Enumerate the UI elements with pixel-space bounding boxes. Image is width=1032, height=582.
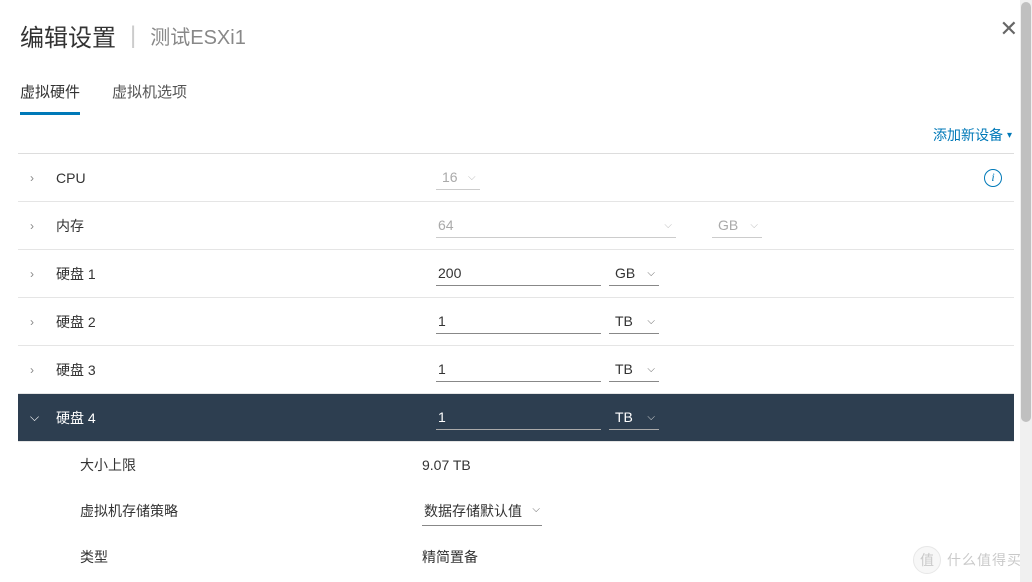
cpu-value: 16 — [442, 169, 458, 185]
value-area: ⌵ GB ⌵ — [436, 213, 1002, 238]
memory-unit-value: GB — [718, 217, 738, 233]
subrow-storage-policy: 虚拟机存储策略 数据存储默认值 ⌵ — [18, 488, 1014, 534]
value-area: TB ⌵ — [436, 357, 1002, 382]
disk-size-input-wrap — [436, 261, 601, 286]
disk-size-input-wrap — [436, 309, 601, 334]
dialog-title: 编辑设置 — [20, 18, 116, 53]
disk-size-input[interactable] — [436, 357, 601, 382]
chevron-down-icon: ⌵ — [647, 412, 655, 423]
add-device-row: 添加新设备 ▾ — [0, 115, 1032, 153]
chevron-down-icon: ⌵ — [468, 172, 476, 183]
cpu-select[interactable]: 16 ⌵ — [436, 165, 480, 190]
edit-settings-dialog: 编辑设置 | 测试ESXi1 ✕ 虚拟硬件 虚拟机选项 添加新设备 ▾ › CP… — [0, 0, 1032, 582]
dialog-header: 编辑设置 | 测试ESXi1 — [0, 0, 1032, 63]
row-label: 硬盘 4 — [56, 408, 436, 428]
storage-policy-value: 数据存储默认值 — [424, 503, 522, 519]
sub-label: 虚拟机存储策略 — [80, 501, 422, 521]
storage-policy-select[interactable]: 数据存储默认值 ⌵ — [422, 497, 542, 526]
chevron-right-icon: › — [30, 363, 46, 377]
disk-size-input[interactable] — [436, 309, 601, 334]
subrow-max-size: 大小上限 9.07 TB — [18, 442, 1014, 488]
chevron-right-icon: › — [30, 315, 46, 329]
row-label: CPU — [56, 170, 436, 186]
watermark: 值 什么值得买 — [913, 546, 1022, 574]
close-icon[interactable]: ✕ — [1000, 18, 1018, 40]
disk-unit-value: TB — [615, 409, 633, 425]
disk-unit-select[interactable]: TB ⌵ — [609, 405, 659, 430]
row-label: 硬盘 1 — [56, 264, 436, 284]
row-memory[interactable]: › 内存 ⌵ GB ⌵ — [18, 202, 1014, 250]
tab-vm-options[interactable]: 虚拟机选项 — [112, 71, 187, 115]
dialog-subtitle: 测试ESXi1 — [150, 21, 246, 50]
chevron-down-icon: ⌵ — [647, 316, 655, 327]
add-device-button[interactable]: 添加新设备 ▾ — [933, 125, 1012, 145]
chevron-down-icon: ⌵ — [532, 504, 540, 515]
value-area: TB ⌵ — [436, 309, 1002, 334]
memory-input[interactable] — [436, 213, 676, 238]
row-disk-2[interactable]: › 硬盘 2 TB ⌵ — [18, 298, 1014, 346]
value-area: GB ⌵ — [436, 261, 1002, 286]
disk-unit-value: TB — [615, 313, 633, 329]
disk-unit-value: TB — [615, 361, 633, 377]
subrow-type: 类型 精简置备 — [18, 534, 1014, 580]
max-size-value: 9.07 TB — [422, 457, 471, 473]
type-value: 精简置备 — [422, 547, 478, 567]
scrollbar-thumb[interactable] — [1021, 2, 1031, 422]
watermark-text: 什么值得买 — [947, 550, 1022, 570]
chevron-down-icon: ⌵ — [647, 268, 655, 279]
add-device-label: 添加新设备 — [933, 125, 1003, 145]
disk-size-input-wrap — [436, 405, 601, 430]
value-area: 16 ⌵ i — [436, 165, 1002, 190]
row-disk-1[interactable]: › 硬盘 1 GB ⌵ — [18, 250, 1014, 298]
chevron-down-icon: ⌵ — [647, 364, 655, 375]
chevron-right-icon: › — [30, 219, 46, 233]
chevron-down-icon: ⌵ — [750, 220, 758, 231]
disk-size-input[interactable] — [436, 405, 601, 430]
chevron-down-icon: ⌵ — [30, 410, 46, 425]
disk-unit-select[interactable]: TB ⌵ — [609, 309, 659, 334]
disk-size-input-wrap — [436, 357, 601, 382]
tabs: 虚拟硬件 虚拟机选项 — [0, 71, 1032, 115]
memory-input-wrap: ⌵ — [436, 213, 676, 238]
row-label: 硬盘 2 — [56, 312, 436, 332]
disk-unit-select[interactable]: TB ⌵ — [609, 357, 659, 382]
disk-size-input[interactable] — [436, 261, 601, 286]
header-divider: | — [130, 22, 136, 50]
row-label: 硬盘 3 — [56, 360, 436, 380]
sub-label: 类型 — [80, 547, 422, 567]
chevron-down-icon: ⌵ — [664, 220, 672, 231]
row-disk-3[interactable]: › 硬盘 3 TB ⌵ — [18, 346, 1014, 394]
row-disk-4[interactable]: ⌵ 硬盘 4 TB ⌵ — [18, 394, 1014, 442]
scrollbar[interactable] — [1020, 0, 1032, 582]
disk-unit-select[interactable]: GB ⌵ — [609, 261, 659, 286]
sub-label: 大小上限 — [80, 455, 422, 475]
chevron-right-icon: › — [30, 171, 46, 185]
memory-unit-select[interactable]: GB ⌵ — [712, 213, 762, 238]
row-label: 内存 — [56, 216, 436, 236]
row-cpu[interactable]: › CPU 16 ⌵ i — [18, 154, 1014, 202]
info-icon[interactable]: i — [984, 169, 1002, 187]
chevron-down-icon: ▾ — [1007, 130, 1012, 141]
value-area: TB ⌵ — [436, 405, 1002, 430]
disk-unit-value: GB — [615, 265, 635, 281]
chevron-right-icon: › — [30, 267, 46, 281]
tab-virtual-hardware[interactable]: 虚拟硬件 — [20, 71, 80, 115]
hardware-list: › CPU 16 ⌵ i › 内存 ⌵ GB ⌵ — [18, 153, 1014, 580]
watermark-icon: 值 — [913, 546, 941, 574]
